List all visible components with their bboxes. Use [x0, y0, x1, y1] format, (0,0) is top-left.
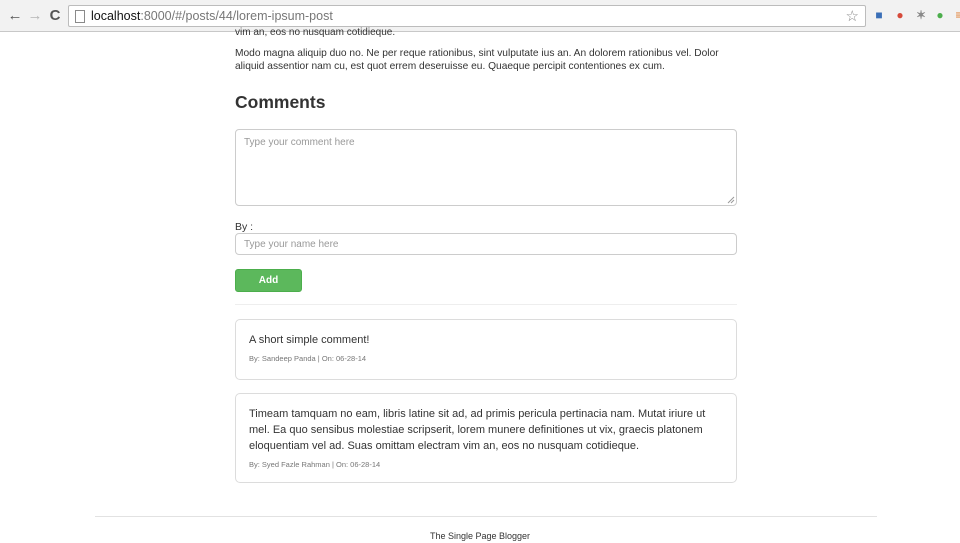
- extension-3-icon[interactable]: ✶: [913, 7, 929, 23]
- comment-meta: By: Sandeep Panda | On: 06-28-14: [249, 354, 367, 363]
- menu-icon[interactable]: ≡: [951, 7, 960, 23]
- comment-card: Timeam tamquam no eam, libris latine sit…: [235, 393, 737, 483]
- add-comment-button[interactable]: Add: [235, 269, 302, 292]
- back-button[interactable]: ←: [6, 6, 24, 26]
- reload-button[interactable]: C: [46, 6, 64, 26]
- comment-body: A short simple comment!: [249, 334, 370, 346]
- url-path: :8000/#/posts/44/lorem-ipsum-post: [140, 9, 333, 23]
- post-paragraph: Modo magna aliquip duo no. Ne per reque …: [235, 48, 719, 72]
- comments-heading: Comments: [235, 92, 326, 112]
- footer-divider: [95, 516, 877, 517]
- name-input[interactable]: [235, 233, 737, 255]
- divider: [235, 304, 737, 305]
- address-bar[interactable]: localhost:8000/#/posts/44/lorem-ipsum-po…: [68, 5, 866, 27]
- footer-text: The Single Page Blogger: [429, 531, 531, 541]
- address-url[interactable]: localhost:8000/#/posts/44/lorem-ipsum-po…: [91, 9, 333, 23]
- by-label: By :: [235, 221, 254, 233]
- comment-card: A short simple comment! By: Sandeep Pand…: [235, 319, 737, 380]
- comment-body: Timeam tamquam no eam, libris latine sit…: [249, 408, 706, 452]
- extension-1-icon[interactable]: ■: [871, 7, 887, 23]
- bookmark-star-icon[interactable]: ☆: [846, 7, 859, 25]
- url-host: localhost: [91, 9, 141, 23]
- resize-grip-icon[interactable]: [727, 196, 735, 204]
- comment-textarea[interactable]: [235, 129, 737, 206]
- extension-2-icon[interactable]: ●: [892, 7, 908, 23]
- extension-4-icon[interactable]: ●: [932, 7, 948, 23]
- forward-button[interactable]: →: [26, 6, 44, 26]
- page-icon: [75, 10, 85, 23]
- post-paragraph-partial: vim an, eos no nusquam cotidieque.: [235, 27, 396, 38]
- comment-meta: By: Syed Fazle Rahman | On: 06-28-14: [249, 460, 381, 469]
